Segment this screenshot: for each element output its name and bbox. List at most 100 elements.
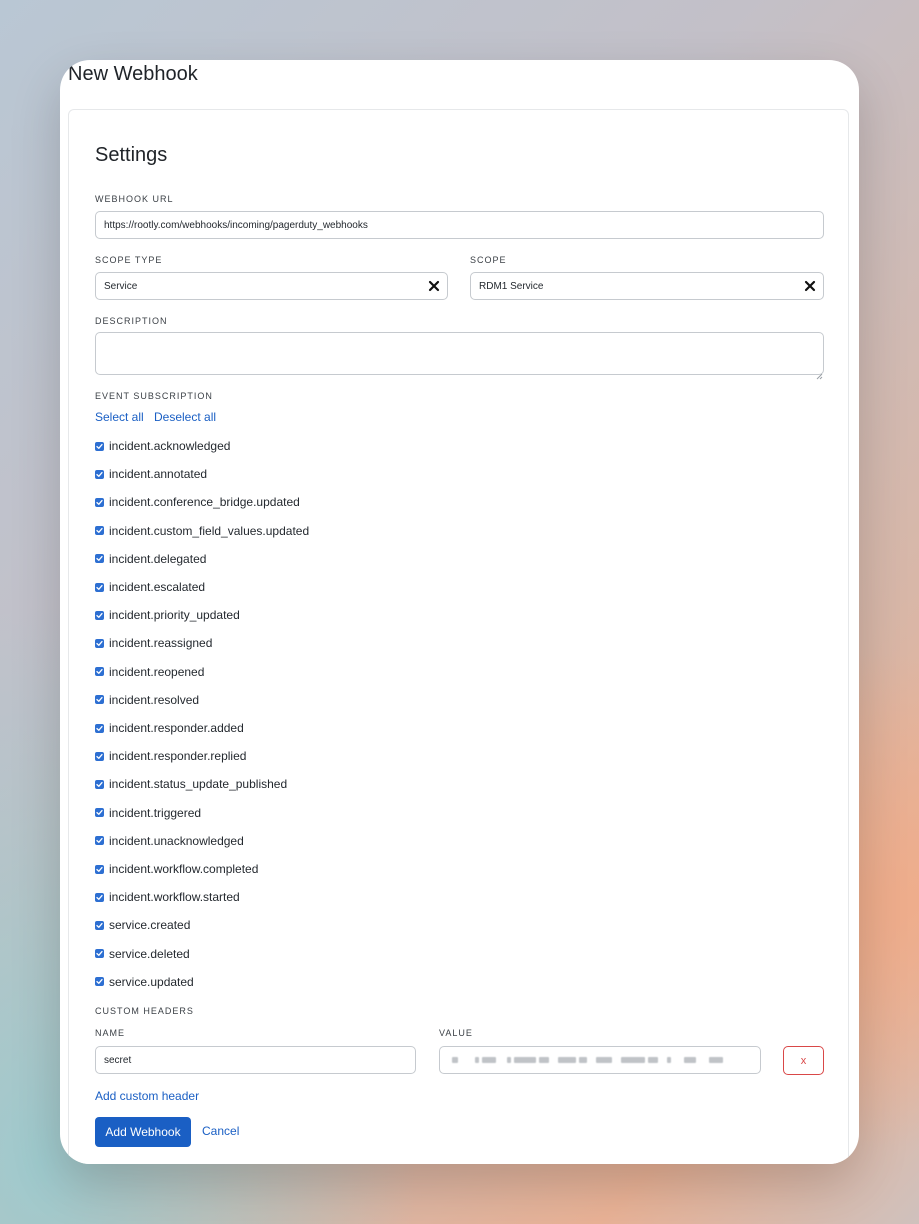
redacted-mark [507, 1057, 511, 1063]
redacted-mark [709, 1057, 723, 1063]
event-label: incident.responder.replied [109, 749, 247, 764]
redacted-mark [579, 1057, 587, 1063]
event-label: incident.resolved [109, 692, 200, 707]
checkbox-checked-icon[interactable] [95, 497, 104, 507]
checkbox-checked-icon[interactable] [95, 779, 104, 789]
event-label: incident.delegated [109, 551, 207, 566]
header-name-input[interactable]: secret [95, 1046, 416, 1074]
redacted-mark [482, 1057, 496, 1063]
event-label: incident.unacknowledged [109, 833, 244, 848]
event-checkbox-row[interactable]: incident.conference_bridge.updated [95, 494, 300, 510]
checkbox-checked-icon[interactable] [95, 554, 104, 564]
checkbox-checked-icon[interactable] [95, 610, 104, 620]
event-checkbox-row[interactable]: incident.acknowledged [95, 438, 230, 454]
description-label: DESCRIPTION [95, 316, 168, 326]
scope-label: SCOPE [470, 255, 507, 265]
checkbox-checked-icon[interactable] [95, 582, 104, 592]
event-checkbox-row[interactable]: service.updated [95, 974, 194, 990]
event-checkbox-row[interactable]: service.created [95, 917, 190, 933]
webhook-url-label: WEBHOOK URL [95, 194, 174, 204]
checkbox-checked-icon[interactable] [95, 469, 104, 479]
checkbox-checked-icon[interactable] [95, 667, 104, 677]
select-all-link[interactable]: Select all [95, 410, 144, 424]
event-label: incident.priority_updated [109, 608, 240, 623]
resize-handle-icon[interactable] [816, 367, 823, 380]
checkbox-checked-icon[interactable] [95, 977, 104, 987]
event-checkbox-row[interactable]: incident.workflow.completed [95, 861, 258, 877]
event-checkbox-row[interactable]: incident.reassigned [95, 635, 212, 651]
checkbox-checked-icon[interactable] [95, 808, 104, 818]
description-textarea[interactable] [95, 332, 824, 375]
remove-header-button[interactable]: x [783, 1046, 824, 1075]
scope-type-label: SCOPE TYPE [95, 255, 163, 265]
scope-value: RDM1 Service [479, 280, 544, 292]
deselect-all-link[interactable]: Deselect all [154, 410, 216, 424]
clear-scope-icon[interactable] [803, 279, 817, 293]
event-label: incident.reopened [109, 664, 205, 679]
event-label: incident.workflow.started [109, 890, 240, 905]
checkbox-checked-icon[interactable] [95, 949, 104, 959]
checkbox-checked-icon[interactable] [95, 920, 104, 930]
webhook-url-input[interactable]: https://rootly.com/webhooks/incoming/pag… [95, 211, 824, 239]
add-custom-header-link[interactable]: Add custom header [95, 1089, 199, 1103]
event-checkbox-row[interactable]: incident.custom_field_values.updated [95, 523, 309, 539]
redacted-mark [452, 1057, 458, 1063]
checkbox-checked-icon[interactable] [95, 892, 104, 902]
checkbox-checked-icon[interactable] [95, 638, 104, 648]
event-label: incident.annotated [109, 467, 208, 482]
clear-scope-type-icon[interactable] [427, 279, 441, 293]
settings-title: Settings [95, 144, 168, 166]
event-label: service.updated [109, 974, 194, 989]
redacted-mark [514, 1057, 536, 1063]
header-name-label: NAME [95, 1028, 126, 1038]
app-window: New Webhook Settings WEBHOOK URL https:/… [60, 60, 859, 1164]
event-checkbox-row[interactable]: service.deleted [95, 946, 190, 962]
checkbox-checked-icon[interactable] [95, 441, 104, 451]
checkbox-checked-icon[interactable] [95, 723, 104, 733]
event-label: incident.escalated [109, 580, 206, 594]
event-checkbox-row[interactable]: incident.workflow.started [95, 889, 240, 905]
checkbox-checked-icon[interactable] [95, 836, 104, 846]
event-label: service.created [109, 918, 191, 933]
header-value-label: VALUE [439, 1028, 473, 1038]
event-label: incident.responder.added [109, 721, 244, 735]
scope-type-value: Service [104, 280, 138, 292]
event-checkbox-row[interactable]: incident.delegated [95, 551, 206, 567]
event-checkbox-row[interactable]: incident.resolved [95, 692, 199, 708]
event-checkbox-row[interactable]: incident.responder.replied [95, 748, 246, 764]
redacted-mark [648, 1057, 658, 1063]
event-checkbox-row[interactable]: incident.responder.added [95, 720, 244, 736]
cancel-link[interactable]: Cancel [202, 1124, 239, 1138]
event-label: incident.acknowledged [109, 439, 231, 453]
event-checkbox-row[interactable]: incident.escalated [95, 579, 205, 595]
checkbox-checked-icon[interactable] [95, 526, 104, 536]
event-label: service.deleted [109, 946, 190, 961]
redacted-mark [475, 1057, 479, 1063]
redacted-mark [558, 1057, 576, 1063]
page-title: New Webhook [68, 63, 198, 85]
header-value-input[interactable] [439, 1046, 761, 1074]
add-webhook-button[interactable]: Add Webhook [95, 1117, 191, 1147]
event-checkbox-row[interactable]: incident.triggered [95, 805, 201, 821]
event-checkbox-row[interactable]: incident.priority_updated [95, 607, 240, 623]
event-label: incident.triggered [109, 805, 202, 820]
scope-select[interactable]: RDM1 Service [470, 272, 824, 300]
event-checkbox-row[interactable]: incident.status_update_published [95, 776, 287, 792]
event-label: incident.workflow.completed [109, 862, 259, 876]
checkbox-checked-icon[interactable] [95, 751, 104, 761]
redacted-mark [596, 1057, 612, 1063]
redacted-mark [539, 1057, 549, 1063]
event-checkbox-row[interactable]: incident.reopened [95, 664, 204, 680]
event-checkbox-row[interactable]: incident.unacknowledged [95, 833, 244, 849]
checkbox-checked-icon[interactable] [95, 864, 104, 874]
event-label: incident.custom_field_values.updated [109, 523, 310, 538]
event-checkbox-row[interactable]: incident.annotated [95, 466, 207, 482]
event-label: incident.conference_bridge.updated [109, 495, 300, 510]
event-label: incident.reassigned [109, 636, 213, 651]
redacted-mark [667, 1057, 671, 1063]
event-subscription-label: EVENT SUBSCRIPTION [95, 391, 213, 401]
redacted-mark [684, 1057, 696, 1063]
custom-headers-label: CUSTOM HEADERS [95, 1006, 194, 1016]
scope-type-select[interactable]: Service [95, 272, 448, 300]
checkbox-checked-icon[interactable] [95, 695, 104, 705]
